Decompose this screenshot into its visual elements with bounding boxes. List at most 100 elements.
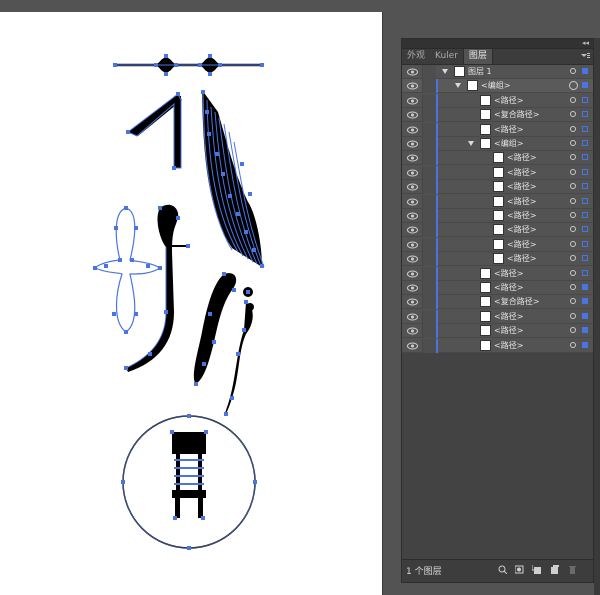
selection-indicator[interactable] [582, 284, 588, 290]
target-icon[interactable] [570, 269, 576, 276]
selection-indicator[interactable] [582, 96, 588, 103]
panel-title-bar[interactable]: ◂◂ [402, 39, 593, 49]
layer-row[interactable]: <路径> [402, 252, 593, 267]
lock-toggle[interactable] [423, 295, 436, 310]
lock-toggle[interactable] [423, 151, 436, 166]
layer-name[interactable]: <路径> [507, 166, 536, 180]
stroke-knot[interactable] [93, 206, 162, 334]
eye-icon[interactable] [407, 327, 418, 335]
stroke-left-upper[interactable] [126, 92, 182, 170]
selection-indicator[interactable] [582, 312, 588, 319]
selection-indicator[interactable] [582, 226, 588, 233]
layer-row[interactable]: <路径> [402, 237, 593, 252]
new-sublayer-icon[interactable] [532, 565, 541, 574]
selection-indicator[interactable] [582, 154, 588, 161]
lock-toggle[interactable] [423, 137, 436, 151]
expand-triangle-icon[interactable] [455, 83, 461, 89]
lock-toggle[interactable] [423, 324, 436, 339]
eye-icon[interactable] [407, 241, 418, 249]
eye-icon[interactable] [407, 154, 418, 162]
eye-icon[interactable] [407, 212, 418, 220]
layer-name[interactable]: <路径> [507, 209, 536, 223]
eye-icon[interactable] [407, 226, 418, 234]
eye-icon[interactable] [407, 183, 418, 191]
target-icon[interactable] [570, 96, 576, 103]
artboard[interactable] [0, 12, 383, 595]
panel-menu-icon[interactable] [580, 51, 590, 61]
eye-icon[interactable] [407, 82, 418, 90]
target-icon[interactable] [570, 111, 576, 118]
layer-name[interactable]: <路径> [507, 180, 536, 194]
layer-row[interactable]: <路径> [402, 194, 593, 209]
eye-icon[interactable] [407, 270, 418, 278]
lock-toggle[interactable] [423, 122, 436, 137]
stroke-blobs[interactable] [193, 272, 254, 416]
tab-kuler[interactable]: Kuler [430, 49, 463, 64]
target-icon[interactable] [570, 327, 576, 334]
layer-name[interactable]: <路径> [507, 223, 536, 237]
layer-name[interactable]: <路径> [507, 195, 536, 209]
selection-indicator[interactable] [582, 341, 588, 348]
selection-indicator[interactable] [582, 183, 588, 190]
selection-indicator[interactable] [582, 168, 588, 175]
lock-toggle[interactable] [423, 165, 436, 180]
eye-icon[interactable] [407, 198, 418, 206]
lock-toggle[interactable] [423, 266, 436, 281]
selection-indicator[interactable] [582, 82, 588, 89]
layer-row[interactable]: <路径> [402, 223, 593, 238]
target-icon[interactable] [570, 255, 576, 262]
eye-icon[interactable] [407, 140, 418, 148]
layer-row[interactable]: <路径> [402, 309, 593, 324]
circle-emblem[interactable] [121, 414, 257, 550]
target-icon[interactable] [570, 298, 576, 305]
eye-icon[interactable] [407, 298, 418, 306]
expand-triangle-icon[interactable] [442, 69, 448, 74]
eye-icon[interactable] [407, 342, 418, 350]
layer-name[interactable]: <路径> [494, 281, 523, 295]
layer-name[interactable]: <路径> [507, 252, 536, 266]
layer-name[interactable]: 图层 1 [468, 65, 492, 79]
layer-row[interactable]: <路径> [402, 151, 593, 166]
eye-icon[interactable] [407, 169, 418, 177]
lock-toggle[interactable] [423, 108, 436, 123]
layer-name[interactable]: <路径> [494, 339, 523, 353]
layer-name[interactable]: <路径> [507, 238, 536, 252]
selection-indicator[interactable] [582, 298, 588, 305]
lock-toggle[interactable] [423, 338, 436, 353]
delete-icon[interactable] [568, 565, 577, 574]
target-icon[interactable] [570, 68, 576, 74]
layer-name[interactable]: <路径> [494, 267, 523, 281]
layer-name[interactable]: <路径> [494, 94, 523, 108]
target-icon[interactable] [570, 212, 576, 218]
lock-toggle[interactable] [423, 252, 436, 267]
target-icon[interactable] [570, 183, 576, 190]
selection-indicator[interactable] [582, 125, 588, 132]
eye-icon[interactable] [407, 97, 418, 105]
selection-indicator[interactable] [582, 140, 588, 146]
layer-row[interactable]: <路径> [402, 93, 593, 108]
layer-row[interactable]: <复合路径> [402, 108, 593, 123]
target-icon[interactable] [570, 125, 576, 132]
lock-toggle[interactable] [423, 79, 436, 94]
layer-row[interactable]: 图层 1 [402, 65, 593, 79]
layer-row[interactable]: <复合路径> [402, 295, 593, 310]
lock-toggle[interactable] [423, 65, 436, 79]
tab-layers[interactable]: 图层 [462, 49, 493, 64]
layer-name[interactable]: <路径> [507, 151, 536, 165]
stroke-right-flow[interactable] [201, 90, 265, 268]
target-icon[interactable] [570, 312, 576, 319]
selection-indicator[interactable] [582, 240, 588, 247]
layer-name[interactable]: <路径> [494, 324, 523, 338]
lock-toggle[interactable] [423, 223, 436, 238]
layer-row[interactable]: <路径> [402, 324, 593, 339]
layer-name[interactable]: <编组> [481, 79, 510, 93]
lock-toggle[interactable] [423, 309, 436, 324]
double-chevron-left-icon[interactable]: ◂◂ [582, 39, 589, 48]
layer-name[interactable]: <路径> [494, 310, 523, 324]
layer-row[interactable]: <路径> [402, 180, 593, 195]
layer-row[interactable]: <路径> [402, 122, 593, 137]
layer-row[interactable]: <路径> [402, 209, 593, 223]
lock-toggle[interactable] [423, 209, 436, 223]
layer-name[interactable]: <复合路径> [494, 108, 539, 122]
expand-triangle-icon[interactable] [468, 141, 474, 146]
